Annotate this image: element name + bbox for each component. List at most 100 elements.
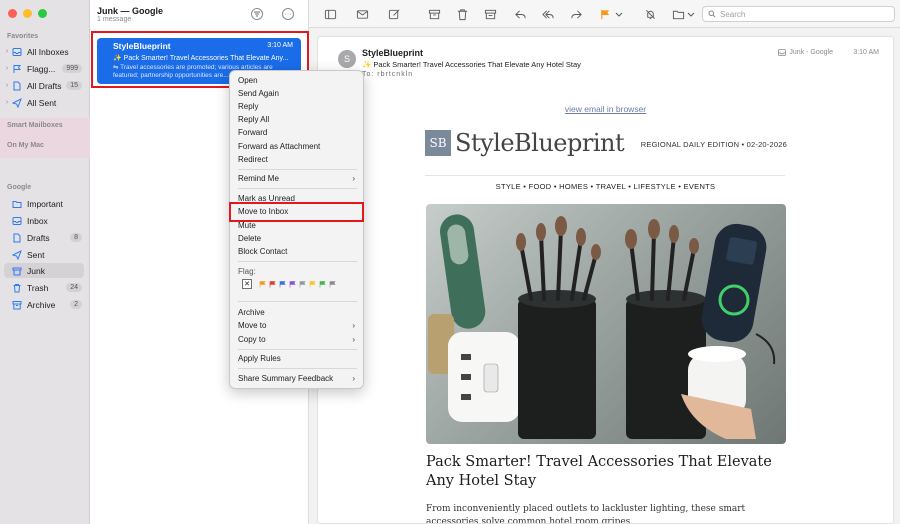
menu-item-block-contact[interactable]: Block Contact xyxy=(238,246,357,258)
menu-item-forward[interactable]: Forward xyxy=(238,127,357,139)
sidebar-toggle-button[interactable] xyxy=(323,7,337,21)
sidebar-item-important[interactable]: Important xyxy=(4,196,84,211)
sidebar-item-junk[interactable]: Junk xyxy=(4,263,84,278)
email-nav-links[interactable]: STYLE • FOOD • HOMES • TRAVEL • LIFESTYL… xyxy=(318,182,893,191)
sidebar-item-flagged[interactable]: › Flagg... 999 xyxy=(4,61,84,76)
menu-item-apply-rules[interactable]: Apply Rules xyxy=(238,353,357,365)
menu-item-reply-all[interactable]: Reply All xyxy=(238,114,357,126)
trash-icon xyxy=(457,8,467,20)
view-in-browser-link[interactable]: view email in browser xyxy=(318,104,893,114)
folder-icon xyxy=(12,199,22,209)
flag-purple-icon[interactable] xyxy=(289,280,296,288)
mailbox-title: Junk — Google xyxy=(97,6,164,16)
search-input[interactable] xyxy=(720,9,880,19)
forward-button[interactable] xyxy=(569,7,583,21)
sidebar-item-sent[interactable]: Sent xyxy=(4,247,84,262)
menu-item-delete[interactable]: Delete xyxy=(238,233,357,245)
search-field[interactable] xyxy=(702,6,895,22)
archive-box-icon xyxy=(12,300,22,310)
menu-item-copy-to[interactable]: Copy to › xyxy=(238,334,357,346)
sidebar-item-all-drafts[interactable]: › All Drafts 15 xyxy=(4,78,84,93)
menu-item-open[interactable]: Open xyxy=(238,75,357,87)
get-mail-button[interactable] xyxy=(355,7,369,21)
flag-green-icon[interactable] xyxy=(319,280,326,288)
flag-gray-icon[interactable] xyxy=(329,280,336,288)
sidebar-item-drafts[interactable]: Drafts 8 xyxy=(4,230,84,245)
header-mailbox: Junk - Google xyxy=(778,49,833,56)
menu-item-reply[interactable]: Reply xyxy=(238,101,357,113)
unread-count-badge: 999 xyxy=(62,64,82,73)
compose-button[interactable] xyxy=(387,7,401,21)
reply-all-button[interactable] xyxy=(541,7,555,21)
minimize-window-button[interactable] xyxy=(23,9,32,18)
count-badge: 8 xyxy=(70,233,82,242)
flag-color-picker: ✕ xyxy=(242,279,336,289)
move-menu-button[interactable] xyxy=(687,7,695,21)
move-button[interactable] xyxy=(671,7,685,21)
flag-yellow-icon[interactable] xyxy=(309,280,316,288)
message-count: 1 message xyxy=(97,16,132,23)
sidebar-icon xyxy=(324,9,336,19)
sidebar-item-archive[interactable]: Archive 2 xyxy=(4,297,84,312)
chevron-right-icon[interactable]: › xyxy=(4,65,10,72)
inbox-tray-icon xyxy=(778,49,787,56)
count-badge: 24 xyxy=(66,283,82,292)
header-time: 3:10 AM xyxy=(853,49,879,56)
flag-menu-button[interactable] xyxy=(615,7,623,21)
paper-plane-icon xyxy=(12,249,22,260)
document-icon xyxy=(12,81,22,91)
flag-gray-blue-icon[interactable] xyxy=(299,280,306,288)
archive-button[interactable] xyxy=(427,7,441,21)
junk-bin-icon xyxy=(12,266,22,276)
chevron-right-icon[interactable]: › xyxy=(4,99,10,106)
zoom-window-button[interactable] xyxy=(38,9,47,18)
chevron-right-icon[interactable]: › xyxy=(4,82,10,89)
menu-item-archive[interactable]: Archive xyxy=(238,307,357,319)
move-to-junk-button[interactable] xyxy=(483,7,497,21)
chevron-down-icon xyxy=(687,12,695,17)
more-options-button[interactable]: ··· xyxy=(282,8,294,20)
bell-slash-icon xyxy=(645,9,655,19)
menu-item-mark-as-unread[interactable]: Mark as Unread xyxy=(238,193,357,205)
flag-button[interactable] xyxy=(598,7,612,21)
sidebar-item-all-inboxes[interactable]: › All Inboxes xyxy=(4,44,84,59)
message-view: S StyleBlueprint ✨ Pack Smarter! Travel … xyxy=(317,36,894,524)
menu-item-move-to[interactable]: Move to › xyxy=(238,320,357,332)
mute-button[interactable] xyxy=(643,7,657,21)
close-window-button[interactable] xyxy=(8,9,17,18)
on-my-mac-label[interactable]: On My Mac xyxy=(7,142,44,149)
menu-item-remind-me[interactable]: Remind Me › xyxy=(238,173,357,185)
menu-item-forward-as-attachment[interactable]: Forward as Attachment xyxy=(238,141,357,153)
menu-item-share-summary-feedback[interactable]: Share Summary Feedback › xyxy=(238,373,357,385)
hero-product-image[interactable] xyxy=(426,204,786,444)
sidebar-item-all-sent[interactable]: › All Sent xyxy=(4,95,84,110)
header-sender[interactable]: StyleBlueprint xyxy=(362,48,423,58)
menu-item-move-to-inbox[interactable]: Move to Inbox xyxy=(238,206,357,218)
menu-item-mute[interactable]: Mute xyxy=(238,220,357,232)
folder-icon xyxy=(672,10,684,19)
chevron-right-icon[interactable]: › xyxy=(4,48,10,55)
travel-accessories-photo xyxy=(428,214,776,439)
flag-red-icon[interactable] xyxy=(269,280,276,288)
flag-blue-icon[interactable] xyxy=(279,280,286,288)
google-account-label[interactable]: Google xyxy=(7,184,31,191)
message-subject: ✨ Pack Smarter! Travel Accessories That … xyxy=(113,55,289,62)
reply-button[interactable] xyxy=(513,7,527,21)
menu-item-send-again[interactable]: Send Again xyxy=(238,88,357,100)
article-headline[interactable]: Pack Smarter! Travel Accessories That El… xyxy=(426,453,786,491)
inbox-tray-icon xyxy=(12,47,22,57)
menu-separator xyxy=(238,368,357,369)
brand-logo[interactable]: SB StyleBlueprint xyxy=(425,129,625,157)
message-time: 3:10 AM xyxy=(267,42,293,49)
sidebar-item-trash[interactable]: Trash 24 xyxy=(4,280,84,295)
flag-orange-icon[interactable] xyxy=(259,280,266,288)
sidebar-item-inbox[interactable]: Inbox xyxy=(4,213,84,228)
brand-name: StyleBlueprint xyxy=(455,129,625,157)
menu-item-redirect[interactable]: Redirect xyxy=(238,154,357,166)
clear-flag-button[interactable]: ✕ xyxy=(242,279,252,289)
smart-mailboxes-label[interactable]: Smart Mailboxes xyxy=(7,122,63,129)
menu-separator xyxy=(238,349,357,350)
filter-button[interactable] xyxy=(251,8,263,20)
delete-button[interactable] xyxy=(455,7,469,21)
menu-separator xyxy=(238,261,357,262)
